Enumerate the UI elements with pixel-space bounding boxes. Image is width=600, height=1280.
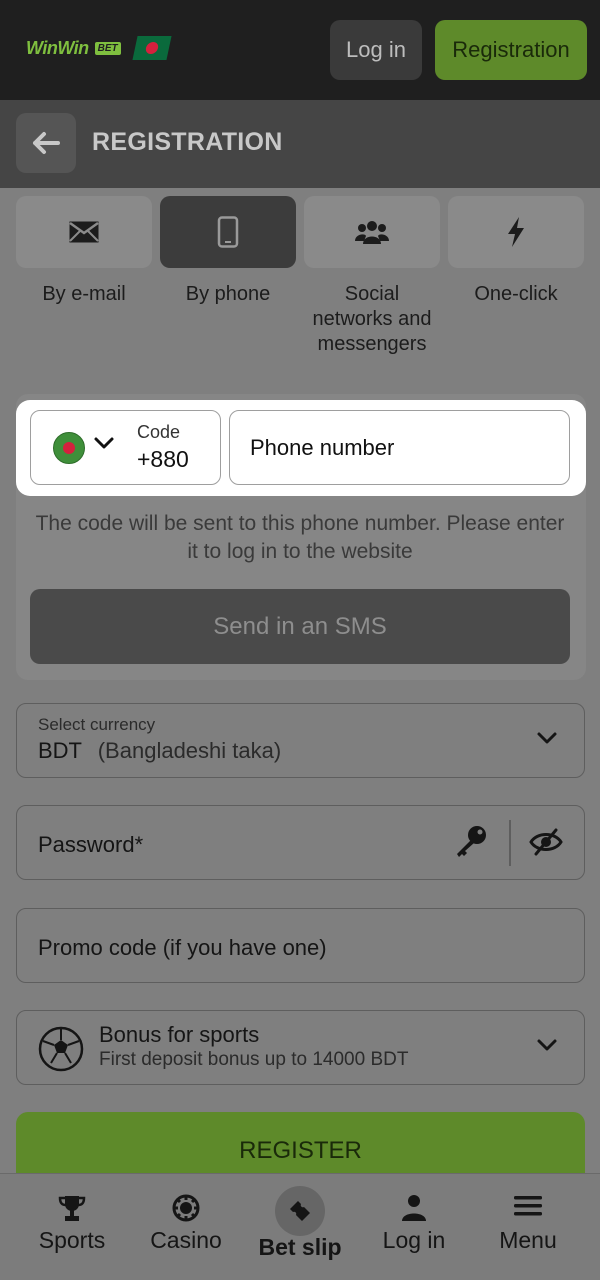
currency-select[interactable]: Select currency BDT (Bangladeshi taka) xyxy=(16,703,585,778)
currency-code: BDT xyxy=(38,738,82,763)
sms-hint-text: The code will be sent to this phone numb… xyxy=(35,512,565,563)
nav-casino[interactable]: Casino xyxy=(131,1174,241,1280)
people-icon xyxy=(355,221,389,244)
tab-label-email: By e-mail xyxy=(42,283,126,305)
tab-by-email[interactable] xyxy=(16,196,152,268)
user-icon xyxy=(402,1195,426,1221)
chevron-down-icon xyxy=(537,1039,557,1051)
nav-label-sports: Sports xyxy=(38,1227,106,1253)
send-sms-button[interactable]: Send in an SMS xyxy=(30,589,570,664)
code-label: Code xyxy=(137,422,181,442)
country-code-selector[interactable]: Code +880 xyxy=(30,410,221,485)
bonus-subtitle: First deposit bonus up to 14000 BDT xyxy=(99,1049,409,1070)
password-field[interactable]: Password* xyxy=(16,805,585,880)
currency-value: BDT (Bangladeshi taka) xyxy=(38,738,281,764)
code-value: +880 xyxy=(137,446,189,472)
registration-button[interactable]: Registration xyxy=(435,20,587,80)
arrow-left-icon xyxy=(33,132,60,154)
hamburger-icon xyxy=(514,1196,542,1216)
phone-number-input[interactable] xyxy=(229,410,570,485)
promo-placeholder: Promo code (if you have one) xyxy=(38,935,327,960)
nav-label-casino: Casino xyxy=(150,1227,222,1253)
bottom-navigation: Sports Casino Bet slip Log in Menu xyxy=(0,1173,600,1280)
login-button[interactable]: Log in xyxy=(330,20,422,80)
logo-text: WinWin xyxy=(26,37,89,58)
bangladesh-flag-icon xyxy=(132,36,172,60)
trophy-icon xyxy=(58,1196,86,1221)
nav-label-log-in: Log in xyxy=(382,1227,446,1253)
lightning-icon xyxy=(508,217,524,247)
nav-label-menu: Menu xyxy=(499,1227,557,1253)
page-title: REGISTRATION xyxy=(92,128,283,156)
chip-icon xyxy=(172,1194,200,1222)
nav-label-bet-slip: Bet slip xyxy=(258,1234,342,1260)
page-header: REGISTRATION xyxy=(0,100,600,188)
eye-slash-icon[interactable] xyxy=(529,826,563,858)
phone-icon xyxy=(217,216,239,248)
nav-bet-slip[interactable]: Bet slip xyxy=(245,1174,355,1280)
brand-logo[interactable]: WinWin BET xyxy=(26,36,172,60)
nav-sports[interactable]: Sports xyxy=(17,1174,127,1280)
key-icon[interactable] xyxy=(453,824,489,860)
nav-menu[interactable]: Menu xyxy=(473,1174,583,1280)
currency-name: (Bangladeshi taka) xyxy=(97,738,282,763)
password-placeholder: Password* xyxy=(38,832,144,857)
tab-label-one-click: One-click xyxy=(474,283,558,305)
chevron-down-icon xyxy=(537,732,557,744)
bonus-title: Bonus for sports xyxy=(99,1022,260,1047)
top-header: WinWin BET Log in Registration xyxy=(0,0,600,100)
bet-slip-badge xyxy=(275,1186,325,1236)
logo-badge: BET xyxy=(94,41,121,55)
bangladesh-flag-icon xyxy=(53,432,85,464)
bonus-select[interactable]: Bonus for sports First deposit bonus up … xyxy=(16,1010,585,1085)
divider xyxy=(509,820,511,866)
soccer-ball-icon xyxy=(38,1026,84,1072)
tab-by-phone[interactable] xyxy=(160,196,296,268)
chevron-down-icon xyxy=(94,437,114,449)
tab-social[interactable] xyxy=(304,196,440,268)
tab-label-phone: By phone xyxy=(185,283,271,305)
back-button[interactable] xyxy=(16,113,76,173)
currency-label: Select currency xyxy=(38,715,156,734)
tab-one-click[interactable] xyxy=(448,196,584,268)
nav-log-in[interactable]: Log in xyxy=(359,1174,469,1280)
ticket-icon xyxy=(290,1201,310,1221)
tab-label-social: Social networks and messengers xyxy=(312,283,432,355)
envelope-icon xyxy=(69,221,99,243)
promo-code-field[interactable]: Promo code (if you have one) xyxy=(16,908,585,983)
